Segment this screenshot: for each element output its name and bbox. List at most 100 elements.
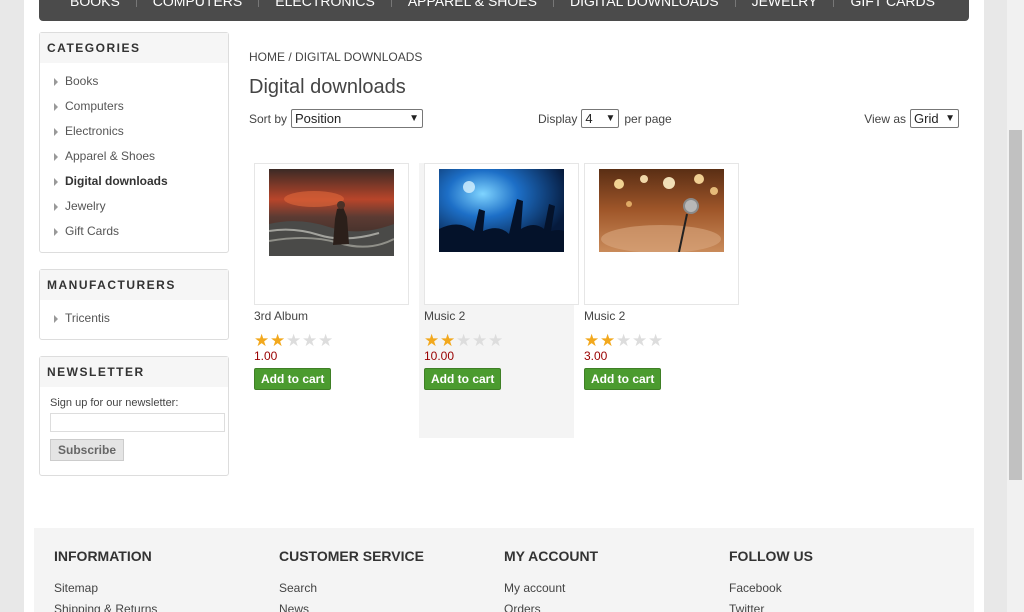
category-gift-cards[interactable]: Gift Cards (54, 219, 228, 244)
category-label[interactable]: Electronics (65, 119, 124, 144)
category-digital-downloads[interactable]: Digital downloads (54, 169, 228, 194)
add-to-cart-button[interactable]: Add to cart (424, 368, 502, 390)
product-item: Music 2 ★ ★ ★ ★ ★ 10.00 Add to cart (419, 163, 579, 438)
footer-link-twitter[interactable]: Twitter (729, 599, 954, 612)
album-cover-image[interactable] (269, 169, 394, 256)
sidebar: CATEGORIES Books Computers Electronics A… (39, 32, 229, 492)
footer-link-search[interactable]: Search (279, 578, 504, 599)
category-label[interactable]: Computers (65, 94, 124, 119)
add-to-cart-button[interactable]: Add to cart (254, 368, 332, 390)
newsletter-title: NEWSLETTER (40, 357, 228, 387)
product-item: 3rd Album ★ ★ ★ ★ ★ 1.00 Add to cart (254, 163, 409, 438)
footer-link-news[interactable]: News (279, 599, 504, 612)
sort-select[interactable]: Position ▼ (291, 109, 424, 128)
product-thumbnail[interactable] (424, 163, 579, 305)
nav-computers[interactable]: COMPUTERS (137, 0, 258, 8)
product-price: 10.00 (424, 349, 455, 363)
product-price: 1.00 (254, 349, 278, 363)
footer-heading: CUSTOMER SERVICE (279, 548, 424, 564)
microphone-image[interactable] (599, 169, 724, 252)
chevron-down-icon: ▼ (945, 113, 955, 124)
breadcrumb-home[interactable]: HOME (249, 50, 285, 64)
manufacturers-list: Tricentis (40, 300, 228, 339)
page-scrollbar[interactable] (1007, 0, 1024, 612)
product-rating: ★ ★ ★ ★ ★ (424, 331, 504, 350)
add-to-cart-button[interactable]: Add to cart (584, 368, 662, 390)
nav-apparel-shoes[interactable]: APPAREL & SHOES (392, 0, 553, 8)
nav-jewelry[interactable]: JEWELRY (736, 0, 834, 8)
manufacturer-tricentis[interactable]: Tricentis (54, 306, 228, 331)
product-thumbnail[interactable] (254, 163, 409, 305)
product-title[interactable]: Music 2 (584, 309, 625, 323)
footer-heading: INFORMATION (54, 548, 152, 564)
view-mode-value: Grid (914, 111, 939, 126)
product-title[interactable]: 3rd Album (254, 309, 308, 323)
scrollbar-thumb[interactable] (1009, 130, 1022, 480)
category-label[interactable]: Jewelry (65, 194, 106, 219)
category-computers[interactable]: Computers (54, 94, 228, 119)
main-content: HOME / DIGITAL DOWNLOADS Digital downloa… (249, 50, 964, 438)
top-menu: BOOKS COMPUTERS ELECTRONICS APPAREL & SH… (39, 0, 969, 21)
newsletter-email-input[interactable] (50, 413, 225, 432)
arrow-right-icon (54, 227, 58, 236)
footer-link-shipping-returns[interactable]: Shipping & Returns (54, 599, 279, 612)
product-rating: ★ ★ ★ ★ ★ (254, 331, 334, 350)
category-books[interactable]: Books (54, 69, 228, 94)
manufacturers-block: MANUFACTURERS Tricentis (39, 269, 229, 340)
view-mode-select[interactable]: Grid ▼ (910, 109, 959, 128)
view-mode-control: View as Grid ▼ (864, 109, 959, 128)
category-electronics[interactable]: Electronics (54, 119, 228, 144)
arrow-right-icon (54, 127, 58, 136)
category-label[interactable]: Books (65, 69, 98, 94)
star-empty-icon: ★ (632, 331, 648, 350)
footer-follow-us: FOLLOW US Facebook Twitter (729, 548, 954, 612)
star-empty-icon: ★ (302, 331, 318, 350)
category-label[interactable]: Gift Cards (65, 219, 119, 244)
product-grid: 3rd Album ★ ★ ★ ★ ★ 1.00 Add to cart Mus… (254, 163, 749, 438)
manufacturer-label[interactable]: Tricentis (65, 306, 110, 331)
categories-title: CATEGORIES (40, 33, 228, 63)
category-label[interactable]: Apparel & Shoes (65, 144, 155, 169)
category-label[interactable]: Digital downloads (65, 169, 168, 194)
star-filled-icon: ★ (270, 331, 286, 350)
footer-link-sitemap[interactable]: Sitemap (54, 578, 279, 599)
nav-digital-downloads[interactable]: DIGITAL DOWNLOADS (554, 0, 735, 8)
breadcrumb-separator: / (288, 50, 292, 64)
breadcrumb: HOME / DIGITAL DOWNLOADS (249, 50, 964, 64)
chevron-down-icon: ▼ (605, 113, 616, 124)
star-filled-icon: ★ (600, 331, 616, 350)
product-title[interactable]: Music 2 (424, 309, 465, 323)
nav-gift-cards[interactable]: GIFT CARDS (834, 0, 951, 8)
page: BOOKS COMPUTERS ELECTRONICS APPAREL & SH… (24, 0, 984, 612)
product-toolbar: Sort by Position ▼ Display 4 ▼ per page … (249, 109, 964, 133)
footer-my-account: MY ACCOUNT My account Orders (504, 548, 729, 612)
categories-list: Books Computers Electronics Apparel & Sh… (40, 63, 228, 252)
product-thumbnail[interactable] (584, 163, 739, 305)
subscribe-button[interactable]: Subscribe (50, 439, 125, 461)
footer-heading: FOLLOW US (729, 548, 813, 564)
footer: INFORMATION Sitemap Shipping & Returns C… (34, 528, 974, 612)
page-size-select[interactable]: 4 ▼ (581, 109, 620, 128)
footer-link-my-account[interactable]: My account (504, 578, 729, 599)
product-rating: ★ ★ ★ ★ ★ (584, 331, 664, 350)
footer-link-facebook[interactable]: Facebook (729, 578, 954, 599)
star-filled-icon: ★ (584, 331, 600, 350)
star-empty-icon: ★ (472, 331, 488, 350)
footer-link-orders[interactable]: Orders (504, 599, 729, 612)
concert-image[interactable] (439, 169, 564, 252)
page-size-value: 4 (585, 111, 593, 126)
nav-books[interactable]: BOOKS (54, 0, 136, 8)
star-empty-icon: ★ (648, 331, 664, 350)
footer-heading: MY ACCOUNT (504, 548, 599, 564)
footer-information: INFORMATION Sitemap Shipping & Returns (54, 548, 279, 612)
category-jewelry[interactable]: Jewelry (54, 194, 228, 219)
chevron-down-icon: ▼ (409, 113, 420, 124)
newsletter-body: Sign up for our newsletter: Subscribe (40, 387, 228, 475)
star-empty-icon: ★ (286, 331, 302, 350)
newsletter-block: NEWSLETTER Sign up for our newsletter: S… (39, 356, 229, 476)
sort-value: Position (295, 111, 342, 126)
category-apparel-shoes[interactable]: Apparel & Shoes (54, 144, 228, 169)
nav-electronics[interactable]: ELECTRONICS (259, 0, 391, 8)
breadcrumb-current: DIGITAL DOWNLOADS (295, 50, 423, 64)
star-empty-icon: ★ (318, 331, 334, 350)
